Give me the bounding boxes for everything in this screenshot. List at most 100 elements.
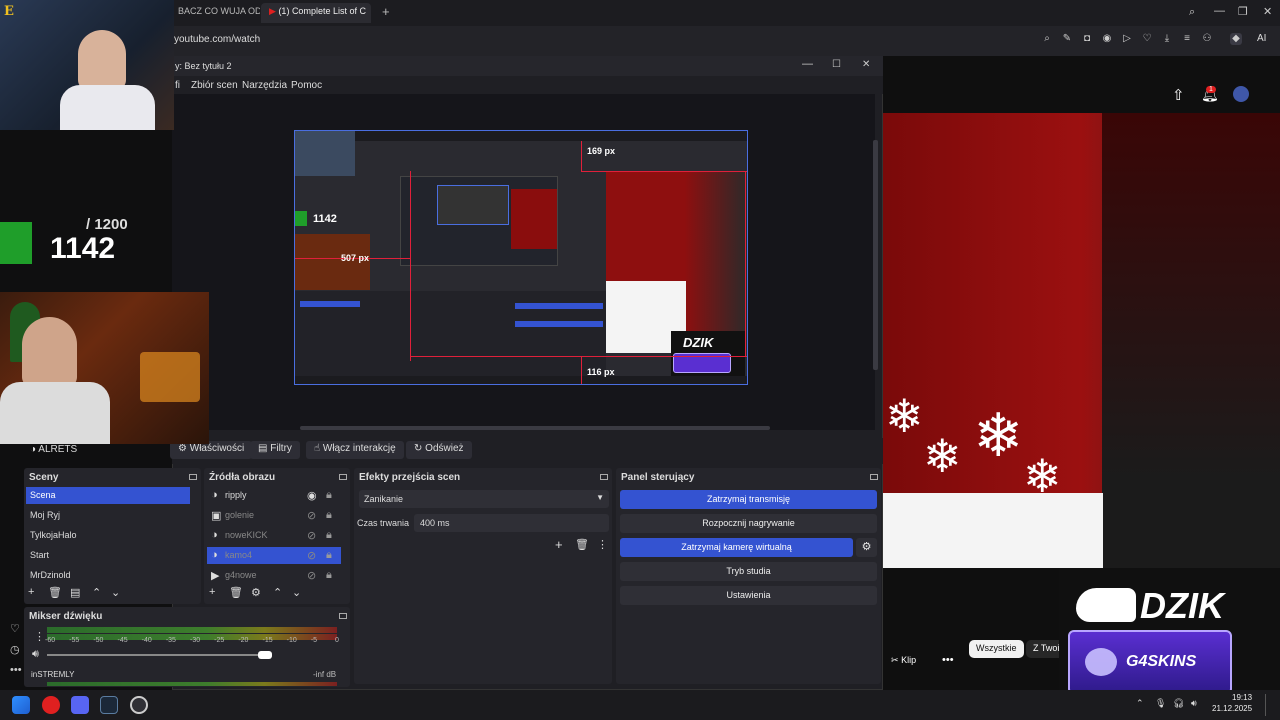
menu-help[interactable]: Pomoc [291, 80, 322, 91]
browser-tab[interactable]: BACZ CO WUJA ODPIE [170, 3, 260, 23]
shield-icon[interactable]: ◉ [1101, 33, 1113, 45]
lock-icon[interactable]: 🔒︎ [326, 549, 332, 562]
menu-icon[interactable]: ≡ [1181, 33, 1193, 45]
down-icon[interactable]: ⌄ [111, 586, 120, 599]
source-item[interactable]: g4nowe [207, 567, 341, 584]
close-icon[interactable]: ✕ [1263, 5, 1272, 18]
start-recording-button[interactable]: Rozpocznij nagrywanie [620, 514, 877, 533]
lock-icon[interactable]: 🔒︎ [326, 509, 332, 522]
extension-icon[interactable]: ◆ [1230, 33, 1242, 45]
speaker-icon[interactable]: 🔊︎ [32, 648, 39, 661]
scene-item[interactable]: MrDzinold [26, 567, 190, 584]
interact-button[interactable]: ☝ Włącz interakcję [306, 441, 404, 459]
source-item[interactable]: ripply [207, 487, 341, 504]
eye-icon[interactable]: ◉ [307, 489, 317, 502]
eye-hidden-icon[interactable]: ⊘ [307, 549, 316, 562]
scene-item[interactable]: Scena [26, 487, 190, 504]
dock-undock-icon[interactable] [870, 474, 878, 480]
trash-icon[interactable]: 🗑︎ [48, 586, 62, 599]
edit-icon[interactable]: ✎ [1061, 33, 1073, 45]
lock-icon[interactable]: 🔒︎ [326, 489, 332, 502]
minimize-icon[interactable]: — [1214, 5, 1225, 17]
clock-date[interactable]: 21.12.2025 [1212, 704, 1252, 713]
trash-icon[interactable]: 🗑︎ [575, 538, 589, 551]
url-text[interactable]: youtube.com/watch [174, 34, 260, 45]
more-icon[interactable]: ••• [10, 664, 22, 676]
show-desktop-button[interactable] [1265, 694, 1271, 716]
eye-hidden-icon[interactable]: ⊘ [307, 569, 316, 582]
scene-item[interactable]: Start [26, 547, 190, 564]
down-icon[interactable]: ⌄ [292, 586, 301, 599]
profile-icon[interactable]: ⚇ [1201, 33, 1213, 45]
search-tabs-icon[interactable]: ⌕ [1189, 6, 1195, 19]
obs-icon[interactable] [130, 696, 148, 714]
lock-icon[interactable]: 🔒︎ [326, 529, 332, 542]
maximize-icon[interactable]: ❐ [1238, 5, 1248, 18]
camera-icon[interactable]: ◘ [1081, 33, 1093, 45]
ai-button[interactable]: AI [1257, 33, 1266, 44]
trash-icon[interactable]: 🗑︎ [229, 586, 243, 599]
opera-icon[interactable] [42, 696, 60, 714]
dock-undock-icon[interactable] [339, 613, 347, 619]
menu-tools[interactable]: Narzędzia [242, 80, 287, 91]
lock-icon[interactable]: 🔒︎ [326, 569, 332, 582]
gear-icon[interactable]: ⚙ [251, 586, 261, 599]
kebab-menu-icon[interactable]: ⋮ [34, 630, 45, 643]
clock-time[interactable]: 19:13 [1232, 693, 1252, 702]
history-icon[interactable]: ◷ [10, 643, 20, 656]
volume-slider-track[interactable] [47, 654, 269, 656]
source-item[interactable]: kamo4 [207, 547, 341, 564]
steam-icon[interactable] [100, 696, 118, 714]
eye-hidden-icon[interactable]: ⊘ [307, 509, 316, 522]
windows-start-icon[interactable] [12, 696, 30, 714]
video-player[interactable]: ❄ ❄ ❄ ❄ [883, 113, 1280, 568]
virtual-cam-settings-icon[interactable]: ⚙ [856, 538, 877, 557]
preview-scrollbar[interactable] [300, 426, 770, 430]
play-icon[interactable]: ▷ [1121, 33, 1133, 45]
microphone-icon[interactable]: 🎙︎ [1155, 698, 1166, 709]
duration-stepper[interactable]: 400 ms [414, 514, 609, 532]
minimize-icon[interactable]: — [802, 58, 813, 70]
refresh-button[interactable]: ↻ Odśwież [406, 441, 472, 459]
preview-screen[interactable]: 1142 DZIK 169 px 507 px 116 px [294, 130, 748, 385]
up-icon[interactable]: ⌃ [273, 586, 282, 599]
avatar[interactable] [1233, 86, 1249, 102]
dock-undock-icon[interactable] [600, 474, 608, 480]
eye-hidden-icon[interactable]: ⊘ [307, 529, 316, 542]
add-icon[interactable]: + [209, 586, 215, 598]
search-icon[interactable]: ⌕ [1041, 33, 1053, 45]
scene-item[interactable]: TylkojaHalo [26, 527, 190, 544]
discord-icon[interactable] [71, 696, 89, 714]
tray-chevron-icon[interactable]: ⌃ [1136, 698, 1144, 709]
menu-scene-collection[interactable]: Zbiór scen [191, 80, 238, 91]
kebab-menu-icon[interactable]: ⋮ [597, 538, 608, 551]
new-tab-button[interactable]: + [374, 1, 398, 21]
source-item[interactable]: noweKICK [207, 527, 341, 544]
heart-icon[interactable]: ♡ [1141, 33, 1153, 45]
volume-slider-handle[interactable] [258, 651, 272, 659]
browser-tab-active[interactable]: ▶ (1) Complete List of C [261, 3, 371, 23]
filters-button[interactable]: ▤ Filtry [250, 441, 300, 459]
settings-button[interactable]: Ustawienia [620, 586, 877, 605]
download-icon[interactable]: ⤓ [1161, 33, 1173, 45]
dock-undock-icon[interactable] [189, 474, 197, 480]
filter-icon[interactable]: ▤ [70, 586, 80, 599]
add-icon[interactable]: + [555, 537, 563, 552]
upload-icon[interactable]: ⇧ [1172, 86, 1185, 104]
transition-select[interactable]: Zanikanie ▼ [359, 490, 609, 508]
menu-file[interactable]: fi [175, 80, 180, 91]
more-icon[interactable]: ••• [942, 654, 954, 666]
dock-undock-icon[interactable] [339, 474, 347, 480]
add-icon[interactable]: + [28, 586, 34, 598]
close-icon[interactable]: ✕ [862, 59, 870, 70]
stop-virtual-cam-button[interactable]: Zatrzymaj kamerę wirtualną [620, 538, 853, 557]
headphones-icon[interactable]: 🎧︎ [1173, 698, 1184, 709]
chip-all[interactable]: Wszystkie [969, 640, 1024, 658]
up-icon[interactable]: ⌃ [92, 586, 101, 599]
maximize-icon[interactable]: ☐ [832, 59, 841, 70]
source-item[interactable]: golenie [207, 507, 341, 524]
volume-icon[interactable]: 🔊︎ [1191, 698, 1197, 709]
heart-icon[interactable]: ♡ [10, 622, 20, 635]
stop-stream-button[interactable]: Zatrzymaj transmisję [620, 490, 877, 509]
preview-scrollbar-vertical[interactable] [873, 140, 878, 370]
